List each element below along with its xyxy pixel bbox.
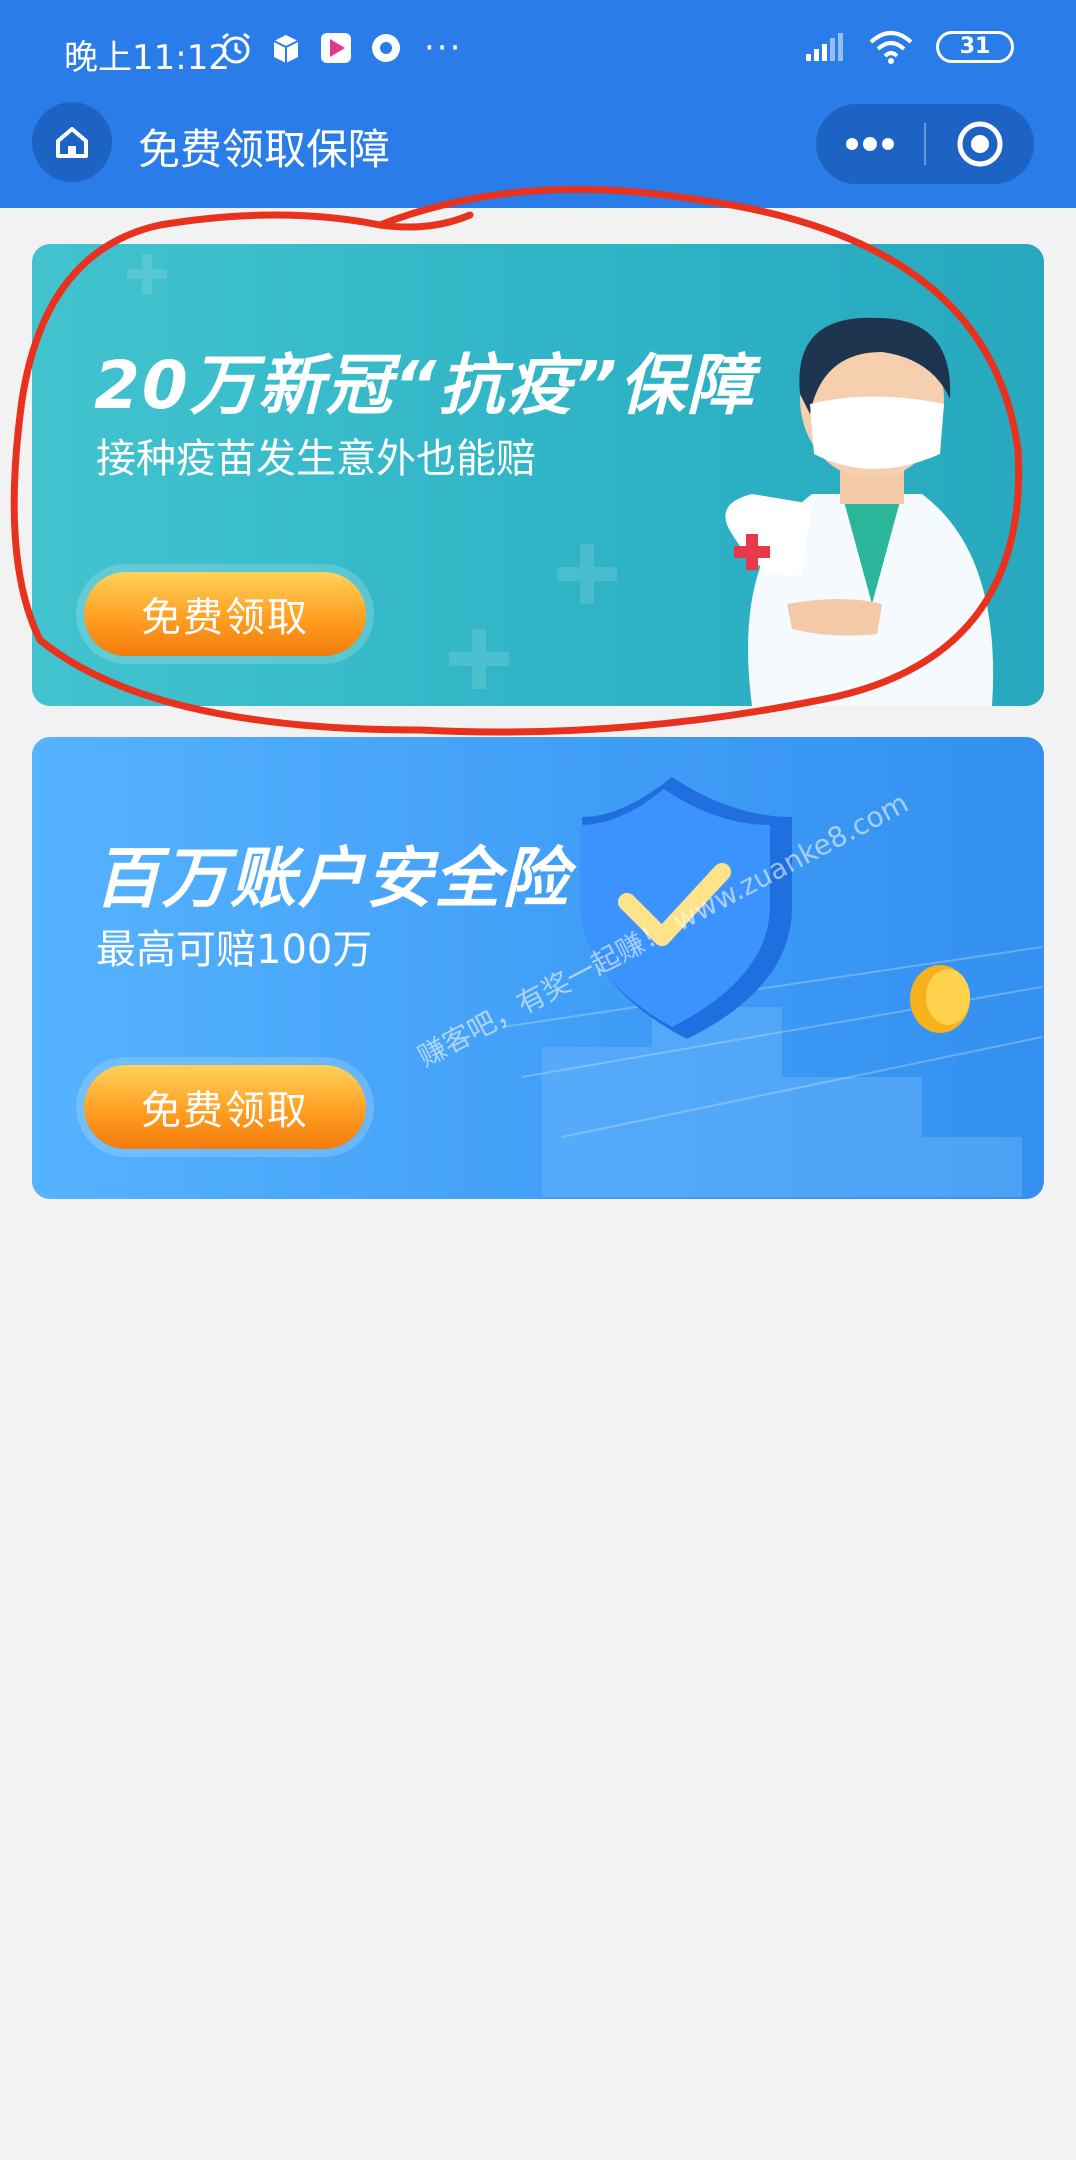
- package-icon: [273, 35, 299, 63]
- covid-insurance-card[interactable]: 20万新冠“抗疫”保障 接种疫苗发生意外也能赔 免费领取: [32, 244, 1044, 706]
- signal-icon: [806, 33, 843, 61]
- more-dots-icon: [846, 137, 894, 151]
- app-icon: [372, 34, 400, 62]
- wifi-icon: [869, 31, 913, 64]
- page-title: 免费领取保障: [138, 125, 391, 174]
- card-title: 百万账户安全险: [94, 840, 570, 917]
- battery-indicator: 31: [936, 31, 1014, 63]
- nav-bar: 免费领取保障: [0, 100, 1076, 208]
- notification-icons: ···: [218, 28, 462, 68]
- status-bar: 晚上11:12 ··· 31: [0, 0, 1076, 100]
- miniprogram-capsule: [816, 104, 1034, 184]
- claim-button[interactable]: 免费领取: [84, 1065, 366, 1149]
- alarm-icon: [222, 32, 250, 64]
- more-button[interactable]: [816, 104, 924, 184]
- home-button[interactable]: [32, 102, 112, 182]
- status-time: 晚上11:12: [64, 38, 230, 78]
- card-subtitle: 接种疫苗发生意外也能赔: [96, 436, 536, 482]
- claim-button[interactable]: 免费领取: [84, 572, 366, 656]
- card-title: 20万新冠“抗疫”保障: [94, 347, 755, 424]
- close-target-icon: [957, 121, 1003, 167]
- status-right: 31: [804, 30, 1014, 64]
- card-subtitle: 最高可赔100万: [96, 927, 373, 973]
- home-icon: [56, 127, 88, 158]
- more-notifications: ···: [424, 28, 463, 68]
- play-store-icon: [321, 33, 351, 63]
- close-button[interactable]: [926, 104, 1034, 184]
